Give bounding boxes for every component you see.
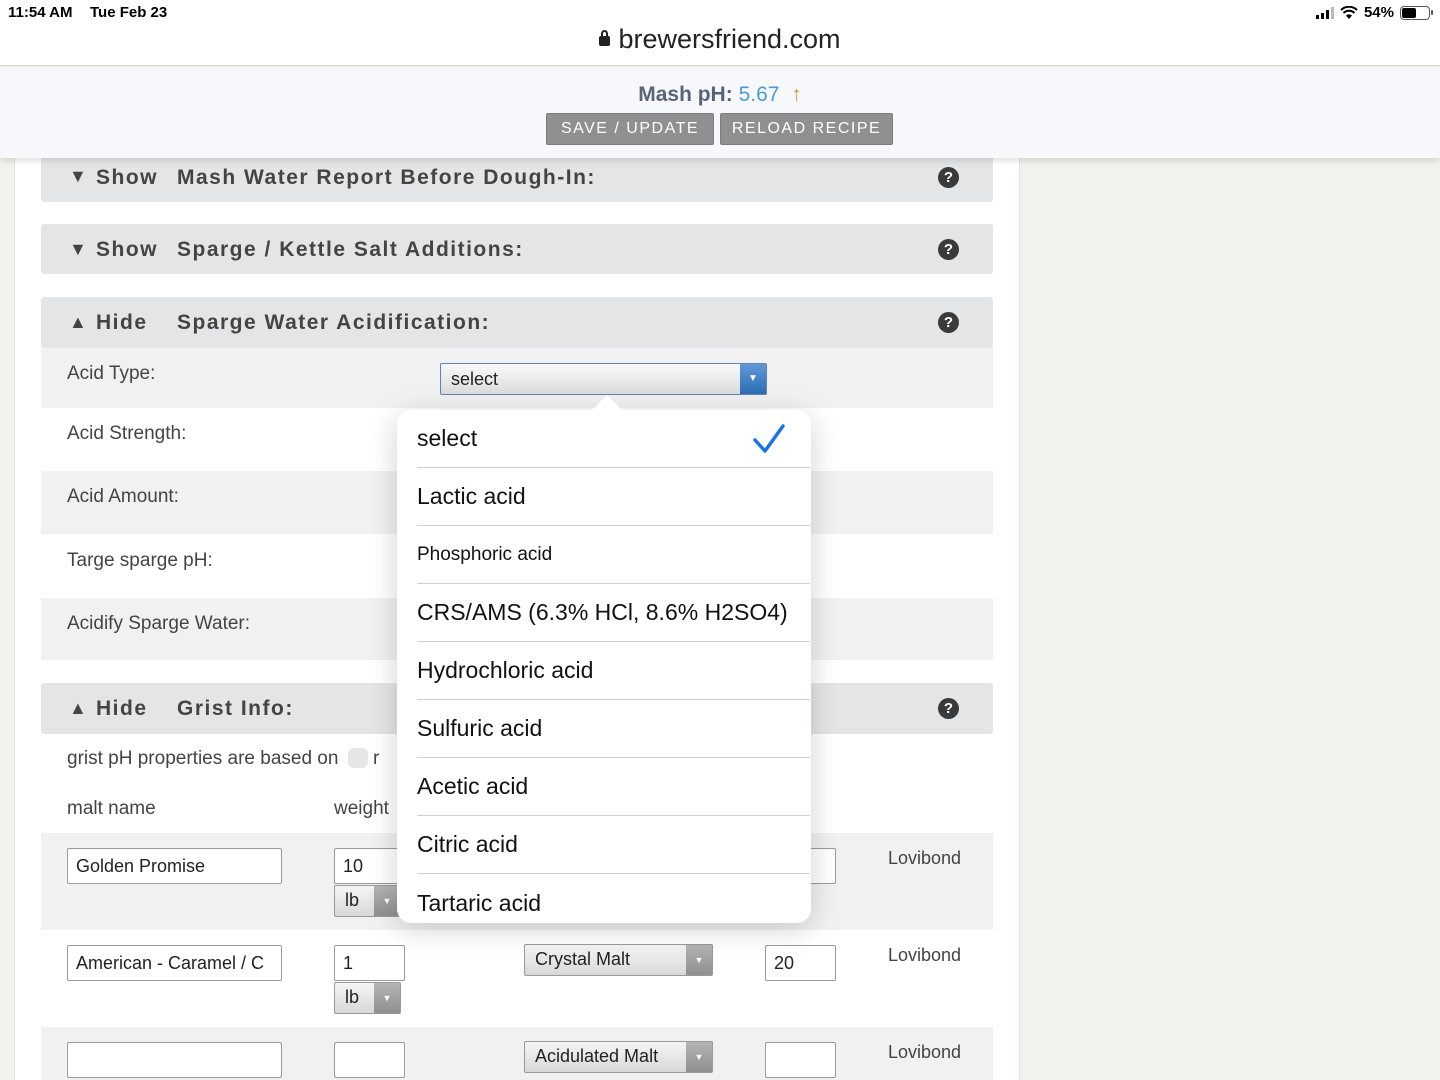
- option-crs-ams[interactable]: CRS/AMS (6.3% HCl, 8.6% H2SO4): [417, 584, 810, 642]
- help-icon[interactable]: ?: [938, 698, 959, 719]
- weight-unit-select[interactable]: lb ▼: [334, 885, 401, 917]
- section-sparge-acid[interactable]: ▲ Hide Sparge Water Acidification: ?: [41, 297, 993, 348]
- color-input[interactable]: [765, 1042, 836, 1078]
- chevron-down-icon: ▼: [374, 983, 400, 1013]
- section-title: Sparge Water Acidification:: [177, 311, 491, 334]
- collapse-triangle-icon: ▲: [69, 312, 89, 332]
- section-sparge-salt[interactable]: ▼ Show Sparge / Kettle Salt Additions: ?: [41, 224, 993, 274]
- status-time: 11:54 AM: [8, 4, 73, 21]
- acid-type-select[interactable]: select ▼: [440, 363, 767, 395]
- color-unit: Lovibond: [888, 945, 962, 965]
- mash-ph-readout: Mash pH: 5.67 ↑: [0, 83, 1440, 107]
- popover-arrow: [591, 395, 623, 411]
- malt-type-select[interactable]: Acidulated Malt ▼: [524, 1041, 713, 1073]
- section-title: Sparge / Kettle Salt Additions:: [177, 238, 524, 261]
- option-select[interactable]: select: [417, 410, 810, 468]
- chevron-down-icon: ▼: [686, 1042, 712, 1072]
- collapse-triangle-icon: ▲: [69, 698, 89, 718]
- help-icon[interactable]: ?: [938, 312, 959, 333]
- section-toggle: Hide: [96, 311, 148, 334]
- option-tartaric-acid[interactable]: Tartaric acid: [417, 874, 810, 923]
- acidify-label: Acidify Sparge Water:: [67, 613, 251, 634]
- help-icon[interactable]: ?: [938, 239, 959, 260]
- malt-name-input[interactable]: [67, 945, 282, 981]
- col-weight: weight: [334, 798, 389, 819]
- acid-type-picker: select Lactic acid Phosphoric acid CRS/A…: [397, 410, 811, 923]
- weight-input[interactable]: [334, 1042, 405, 1078]
- chevron-down-icon: ▼: [686, 945, 712, 975]
- option-lactic-acid[interactable]: Lactic acid: [417, 468, 810, 526]
- option-hydrochloric-acid[interactable]: Hydrochloric acid: [417, 642, 810, 700]
- mash-ph-label: Mash pH:: [638, 83, 733, 106]
- malt-name-input[interactable]: [67, 848, 282, 884]
- address-bar[interactable]: brewersfriend.com: [0, 24, 1440, 55]
- section-title: Grist Info:: [177, 697, 294, 720]
- sticky-header: Mash pH: 5.67 ↑ SAVE / UPDATE RELOAD REC…: [0, 67, 1440, 158]
- weight-unit-select[interactable]: lb ▼: [334, 982, 401, 1014]
- chevron-down-icon: ▼: [740, 364, 766, 394]
- reload-recipe-button[interactable]: RELOAD RECIPE: [720, 113, 893, 145]
- status-icons: 54%: [1315, 4, 1433, 21]
- help-icon[interactable]: ?: [938, 167, 959, 188]
- lock-icon: [599, 30, 611, 46]
- acid-amount-label: Acid Amount:: [67, 486, 179, 507]
- option-sulfuric-acid[interactable]: Sulfuric acid: [417, 700, 810, 758]
- expand-triangle-icon: ▼: [69, 166, 89, 186]
- url-text: brewersfriend.com: [618, 24, 841, 54]
- color-input[interactable]: [765, 945, 836, 981]
- col-malt-name: malt name: [67, 798, 156, 819]
- section-toggle: Show: [96, 238, 158, 261]
- expand-triangle-icon: ▼: [69, 239, 89, 259]
- cellular-signal-icon: [1315, 6, 1334, 19]
- acid-strength-label: Acid Strength:: [67, 423, 187, 444]
- save-update-button[interactable]: SAVE / UPDATE: [546, 113, 714, 145]
- malt-type-select[interactable]: Crystal Malt ▼: [524, 944, 713, 976]
- weight-input[interactable]: [334, 945, 405, 981]
- section-title: Mash Water Report Before Dough-In:: [177, 166, 596, 189]
- option-citric-acid[interactable]: Citric acid: [417, 816, 810, 874]
- up-arrow-icon: ↑: [791, 83, 802, 106]
- wifi-icon: [1340, 5, 1358, 19]
- acid-type-label: Acid Type:: [67, 363, 156, 384]
- acid-type-value: select: [451, 369, 499, 389]
- grist-toggle-switch[interactable]: [347, 748, 368, 768]
- checkmark-icon: [753, 424, 785, 453]
- option-phosphoric-acid[interactable]: Phosphoric acid: [417, 526, 810, 584]
- section-toggle: Hide: [96, 697, 148, 720]
- status-date: Tue Feb 23: [90, 4, 168, 21]
- mash-ph-value: 5.67: [738, 83, 780, 106]
- malt-name-input[interactable]: [67, 1042, 282, 1078]
- grist-note: grist pH properties are based on r: [67, 748, 380, 769]
- status-bar: 11:54 AM Tue Feb 23 54% brewersfriend.co…: [0, 0, 1440, 66]
- option-acetic-acid[interactable]: Acetic acid: [417, 758, 810, 816]
- battery-icon: [1400, 5, 1433, 20]
- target-ph-label: Targe sparge pH:: [67, 550, 213, 571]
- color-unit: Lovibond: [888, 1042, 962, 1062]
- color-unit: Lovibond: [888, 848, 962, 868]
- weight-input[interactable]: [334, 848, 405, 884]
- battery-percent: 54%: [1363, 4, 1394, 21]
- section-toggle: Show: [96, 166, 158, 189]
